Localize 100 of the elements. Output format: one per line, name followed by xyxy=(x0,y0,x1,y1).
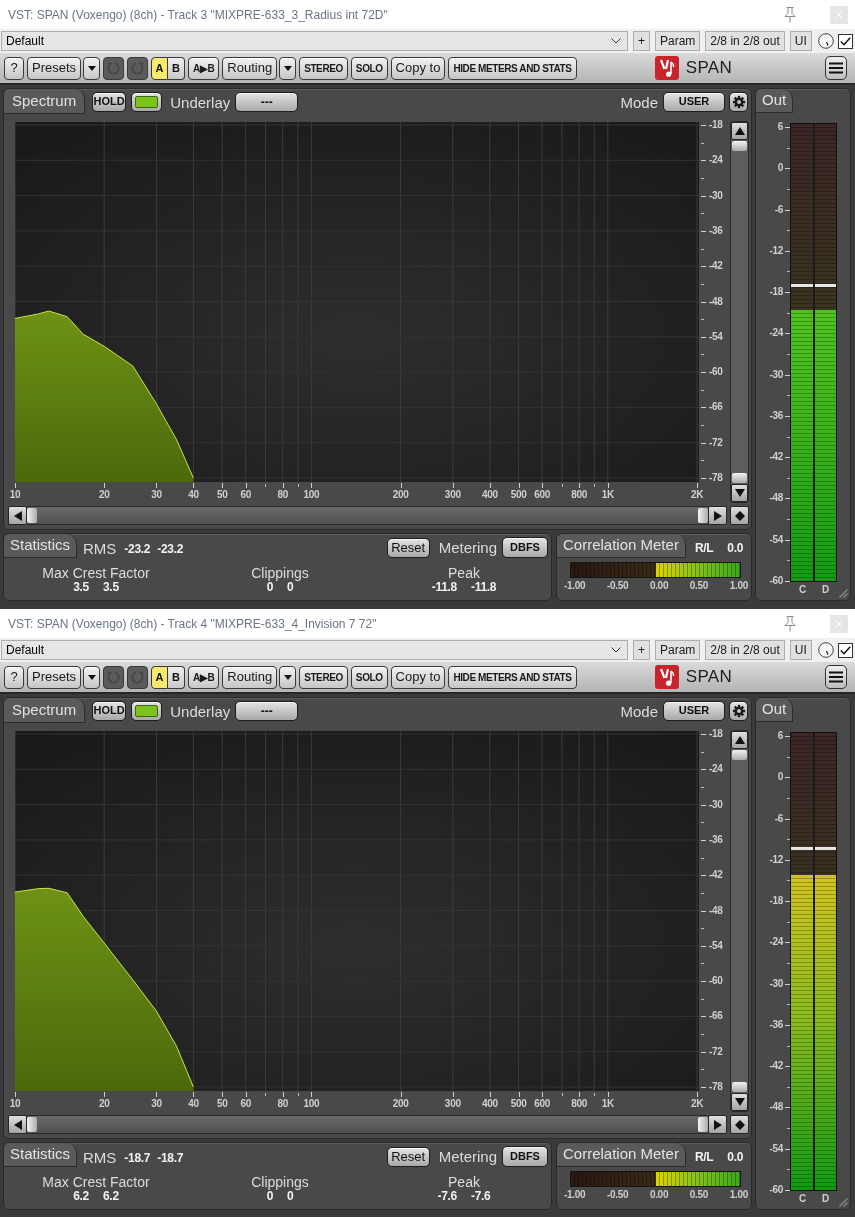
range-handle[interactable] xyxy=(27,1117,37,1132)
toolbar-button[interactable]: A▶B xyxy=(188,665,220,689)
header-button[interactable]: + xyxy=(633,640,650,660)
reset-button[interactable]: Reset xyxy=(386,538,430,558)
settings-icon xyxy=(731,703,746,718)
toolbar-button[interactable]: ? xyxy=(4,665,24,689)
toolbar-button[interactable]: Copy to xyxy=(390,665,446,689)
range-handle[interactable] xyxy=(732,473,747,483)
metering-button[interactable]: DBFS xyxy=(502,1146,548,1167)
mode-button[interactable]: USER xyxy=(663,700,725,721)
dropdown-button[interactable] xyxy=(279,665,297,689)
toolbar-button[interactable]: HIDE METERS AND STATS xyxy=(448,56,577,80)
toolbar-button[interactable]: SOLO xyxy=(350,665,388,689)
scale-label: 0 xyxy=(777,163,783,174)
preset-dropdown[interactable]: Default xyxy=(1,31,628,51)
header-button[interactable]: UI xyxy=(789,31,812,51)
toolbar-button[interactable]: ? xyxy=(4,56,24,80)
mode-button[interactable]: USER xyxy=(663,91,725,112)
frequency-label: 300 xyxy=(444,489,461,500)
metering-button[interactable]: DBFS xyxy=(502,537,548,558)
fit-button[interactable] xyxy=(730,506,749,525)
panel-title: Out xyxy=(756,698,794,722)
range-handle[interactable] xyxy=(698,1117,708,1132)
header-button[interactable]: UI xyxy=(789,640,812,660)
horizontal-scrollbar[interactable] xyxy=(27,506,708,525)
menu-button[interactable] xyxy=(825,665,847,689)
header-button[interactable]: Param xyxy=(655,31,701,51)
toolbar-button[interactable]: Copy to xyxy=(390,56,446,80)
toolbar-button[interactable]: A▶B xyxy=(188,56,220,80)
scroll-down-button[interactable] xyxy=(731,1093,748,1111)
toolbar-button[interactable]: Presets xyxy=(27,665,82,689)
scale-label: 1.00 xyxy=(729,581,748,591)
pin-icon[interactable] xyxy=(782,6,798,23)
knob-icon[interactable] xyxy=(817,642,834,658)
scale-label: -36 xyxy=(769,410,783,421)
metering-label: Metering xyxy=(438,537,497,558)
header-button[interactable]: 2/8 in 2/8 out xyxy=(705,31,785,51)
header-button[interactable]: 2/8 in 2/8 out xyxy=(705,640,785,660)
slot-tab[interactable]: B xyxy=(168,56,186,80)
scale-label: -48 xyxy=(769,1102,783,1113)
scroll-up-button[interactable] xyxy=(731,731,748,749)
range-handle[interactable] xyxy=(698,508,708,523)
vertical-scrollbar[interactable] xyxy=(730,730,749,1112)
header-button[interactable]: + xyxy=(633,31,650,51)
knob-icon[interactable] xyxy=(817,33,834,49)
toolbar-button[interactable]: STEREO xyxy=(299,56,348,80)
level-label: -18 xyxy=(709,729,723,739)
checkbox[interactable] xyxy=(837,33,853,49)
toolbar-button[interactable]: STEREO xyxy=(299,665,348,689)
toolbar-button[interactable]: HIDE METERS AND STATS xyxy=(448,665,577,689)
settings-button[interactable] xyxy=(729,700,748,721)
dropdown-button[interactable] xyxy=(83,56,101,80)
settings-button[interactable] xyxy=(729,91,748,112)
fit-button[interactable] xyxy=(730,1115,749,1134)
horizontal-scrollbar[interactable] xyxy=(27,1115,708,1134)
range-handle[interactable] xyxy=(732,1082,747,1092)
color-button[interactable] xyxy=(131,700,163,721)
menu-button[interactable] xyxy=(825,56,847,80)
statistic-value: -11.8 xyxy=(431,581,457,593)
toolbar-button[interactable]: Routing xyxy=(222,56,278,80)
pin-icon[interactable] xyxy=(782,615,798,632)
hold-button[interactable]: HOLD xyxy=(92,91,127,112)
reset-button[interactable]: Reset xyxy=(386,1147,430,1167)
dropdown-button[interactable] xyxy=(279,56,297,80)
scroll-left-button[interactable] xyxy=(8,1115,27,1134)
range-handle[interactable] xyxy=(732,141,747,151)
dropdown-button[interactable] xyxy=(83,665,101,689)
statistic-value: -11.8 xyxy=(471,581,497,593)
preset-dropdown[interactable]: Default xyxy=(1,640,628,660)
frequency-label: 60 xyxy=(240,489,251,500)
resize-grip-icon[interactable] xyxy=(837,1196,848,1207)
underlay-button[interactable]: --- xyxy=(235,700,299,721)
vertical-scrollbar[interactable] xyxy=(730,121,749,503)
scale-label: -1.00 xyxy=(564,581,586,591)
frequency-label: 100 xyxy=(303,1098,320,1109)
scroll-left-button[interactable] xyxy=(8,506,27,525)
scroll-right-button[interactable] xyxy=(708,506,727,525)
frequency-label: 40 xyxy=(188,1098,199,1109)
underlay-button[interactable]: --- xyxy=(235,91,299,112)
range-handle[interactable] xyxy=(732,750,747,760)
header-button[interactable]: Param xyxy=(655,640,701,660)
frequency-label: 10 xyxy=(9,489,21,500)
toolbar-button[interactable]: Presets xyxy=(27,56,82,80)
scroll-right-button[interactable] xyxy=(708,1115,727,1134)
slot-tab[interactable]: A xyxy=(151,56,169,80)
hold-button[interactable]: HOLD xyxy=(92,700,127,721)
toolbar-button[interactable]: Routing xyxy=(222,665,278,689)
range-handle[interactable] xyxy=(27,508,37,523)
scroll-up-button[interactable] xyxy=(731,122,748,140)
checkbox[interactable] xyxy=(837,642,853,658)
slot-tab[interactable]: A xyxy=(151,665,169,689)
scroll-down-button[interactable] xyxy=(731,484,748,502)
color-button[interactable] xyxy=(131,91,163,112)
toolbar-button[interactable]: SOLO xyxy=(350,56,388,80)
level-label: -42 xyxy=(709,870,723,881)
frequency-label: 50 xyxy=(216,1098,228,1109)
resize-grip-icon[interactable] xyxy=(837,587,848,598)
frequency-label: 30 xyxy=(151,1098,162,1109)
frequency-label: 800 xyxy=(571,489,587,500)
slot-tab[interactable]: B xyxy=(168,665,186,689)
